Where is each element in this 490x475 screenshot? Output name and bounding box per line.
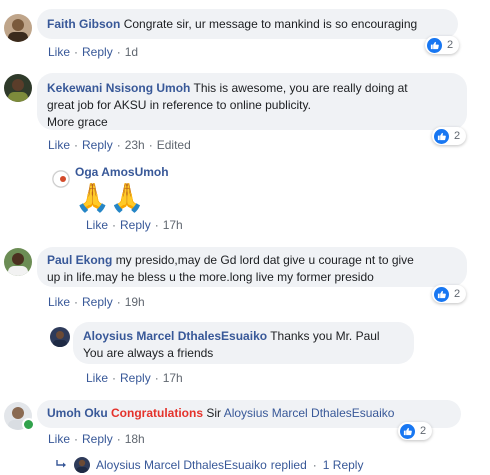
comment-text: Sir bbox=[206, 406, 222, 420]
reaction-badge[interactable]: 2 bbox=[398, 422, 433, 440]
reply-summary-replied: replied bbox=[270, 458, 307, 472]
avatar[interactable] bbox=[4, 248, 32, 276]
thumbs-up-icon bbox=[434, 286, 449, 302]
comment-actions: Like · Reply · 18h bbox=[48, 432, 145, 446]
avatar[interactable] bbox=[50, 327, 70, 347]
thumbs-up-icon bbox=[427, 37, 442, 53]
timestamp[interactable]: 17h bbox=[163, 371, 183, 385]
reply-button[interactable]: Reply bbox=[82, 295, 113, 309]
reply-button[interactable]: Reply bbox=[82, 138, 113, 152]
reply-button[interactable]: Reply bbox=[82, 45, 113, 59]
congratulations-text: Congratulations bbox=[111, 406, 204, 420]
avatar[interactable] bbox=[52, 170, 70, 188]
comment-author[interactable]: Aloysius Marcel DthalesEsuaiko bbox=[83, 329, 267, 343]
comment-text-line: great job for AKSU in reference to onlin… bbox=[47, 98, 311, 112]
like-button[interactable]: Like bbox=[48, 138, 70, 152]
like-button[interactable]: Like bbox=[86, 371, 108, 385]
comment-text-line: This is awesome, you are really doing at bbox=[193, 81, 408, 95]
comment-author[interactable]: Oga AmosUmoh bbox=[75, 164, 169, 181]
comment-text-line: Thanks you Mr. Paul bbox=[270, 329, 380, 343]
reply-button[interactable]: Reply bbox=[82, 432, 113, 446]
comment-text-line: More grace bbox=[47, 115, 108, 129]
comment-author[interactable]: Paul Ekong bbox=[47, 253, 112, 267]
timestamp[interactable]: 23h bbox=[125, 138, 145, 152]
edited-label[interactable]: Edited bbox=[157, 138, 191, 152]
reaction-count: 2 bbox=[447, 39, 454, 51]
avatar[interactable] bbox=[4, 74, 32, 102]
comment-author[interactable]: Faith Gibson bbox=[47, 17, 120, 31]
comment-text: Congrate sir, ur message to mankind is s… bbox=[123, 17, 418, 31]
comment-actions: Like · Reply · 1d bbox=[48, 45, 139, 59]
like-button[interactable]: Like bbox=[48, 295, 70, 309]
comment-bubble: Aloysius Marcel DthalesEsuaiko Thanks yo… bbox=[73, 322, 414, 364]
reaction-count: 2 bbox=[420, 425, 427, 437]
like-button[interactable]: Like bbox=[86, 218, 108, 232]
comment-actions: Like · Reply · 17h bbox=[86, 371, 183, 385]
comment-bubble: Paul Ekong my presido,may de Gd lord dat… bbox=[37, 247, 467, 287]
mention-link[interactable]: Aloysius Marcel DthalesEsuaiko bbox=[224, 406, 395, 420]
online-status-indicator bbox=[22, 418, 35, 431]
reaction-count: 2 bbox=[454, 130, 461, 142]
comment-text-line: my presido,may de Gd lord dat give u cou… bbox=[115, 253, 414, 267]
timestamp[interactable]: 17h bbox=[163, 218, 183, 232]
reply-summary-name: Aloysius Marcel DthalesEsuaiko bbox=[96, 458, 267, 472]
reply-summary-separator: · bbox=[312, 458, 317, 472]
timestamp[interactable]: 19h bbox=[125, 295, 145, 309]
timestamp[interactable]: 1d bbox=[125, 45, 138, 59]
timestamp[interactable]: 18h bbox=[125, 432, 145, 446]
comment-bubble: Kekewani Nsisong Umoh This is awesome, y… bbox=[37, 73, 467, 130]
avatar bbox=[74, 457, 90, 473]
comment-actions: Like · Reply · 23h · Edited bbox=[48, 138, 191, 152]
view-replies-link[interactable]: Aloysius Marcel DthalesEsuaiko replied ·… bbox=[56, 457, 363, 473]
thumbs-up-icon bbox=[434, 128, 449, 144]
avatar[interactable] bbox=[4, 14, 32, 42]
reply-arrow-icon bbox=[56, 458, 68, 472]
comment-text-line: up in life.may he bless u the more.long … bbox=[47, 270, 374, 284]
like-button[interactable]: Like bbox=[48, 45, 70, 59]
comment-bubble: Umoh Oku Congratulations Sir Aloysius Ma… bbox=[37, 400, 461, 428]
comment-author[interactable]: Kekewani Nsisong Umoh bbox=[47, 81, 190, 95]
reply-button[interactable]: Reply bbox=[120, 218, 151, 232]
reaction-badge[interactable]: 2 bbox=[432, 285, 467, 303]
reaction-badge[interactable]: 2 bbox=[425, 36, 460, 54]
like-button[interactable]: Like bbox=[48, 432, 70, 446]
reaction-badge[interactable]: 2 bbox=[432, 127, 467, 145]
reply-count: 1 Reply bbox=[322, 458, 364, 472]
comment-bubble: Faith Gibson Congrate sir, ur message to… bbox=[37, 9, 458, 39]
thumbs-up-icon bbox=[400, 423, 415, 439]
comment-actions: Like · Reply · 17h bbox=[86, 218, 183, 232]
comment-text-line: You are always a friends bbox=[83, 346, 214, 360]
comment-author[interactable]: Umoh Oku bbox=[47, 406, 108, 420]
reply-button[interactable]: Reply bbox=[120, 371, 151, 385]
reaction-count: 2 bbox=[454, 288, 461, 300]
emoji-reaction: 🙏🙏 bbox=[75, 182, 145, 213]
comment-actions: Like · Reply · 19h bbox=[48, 295, 145, 309]
